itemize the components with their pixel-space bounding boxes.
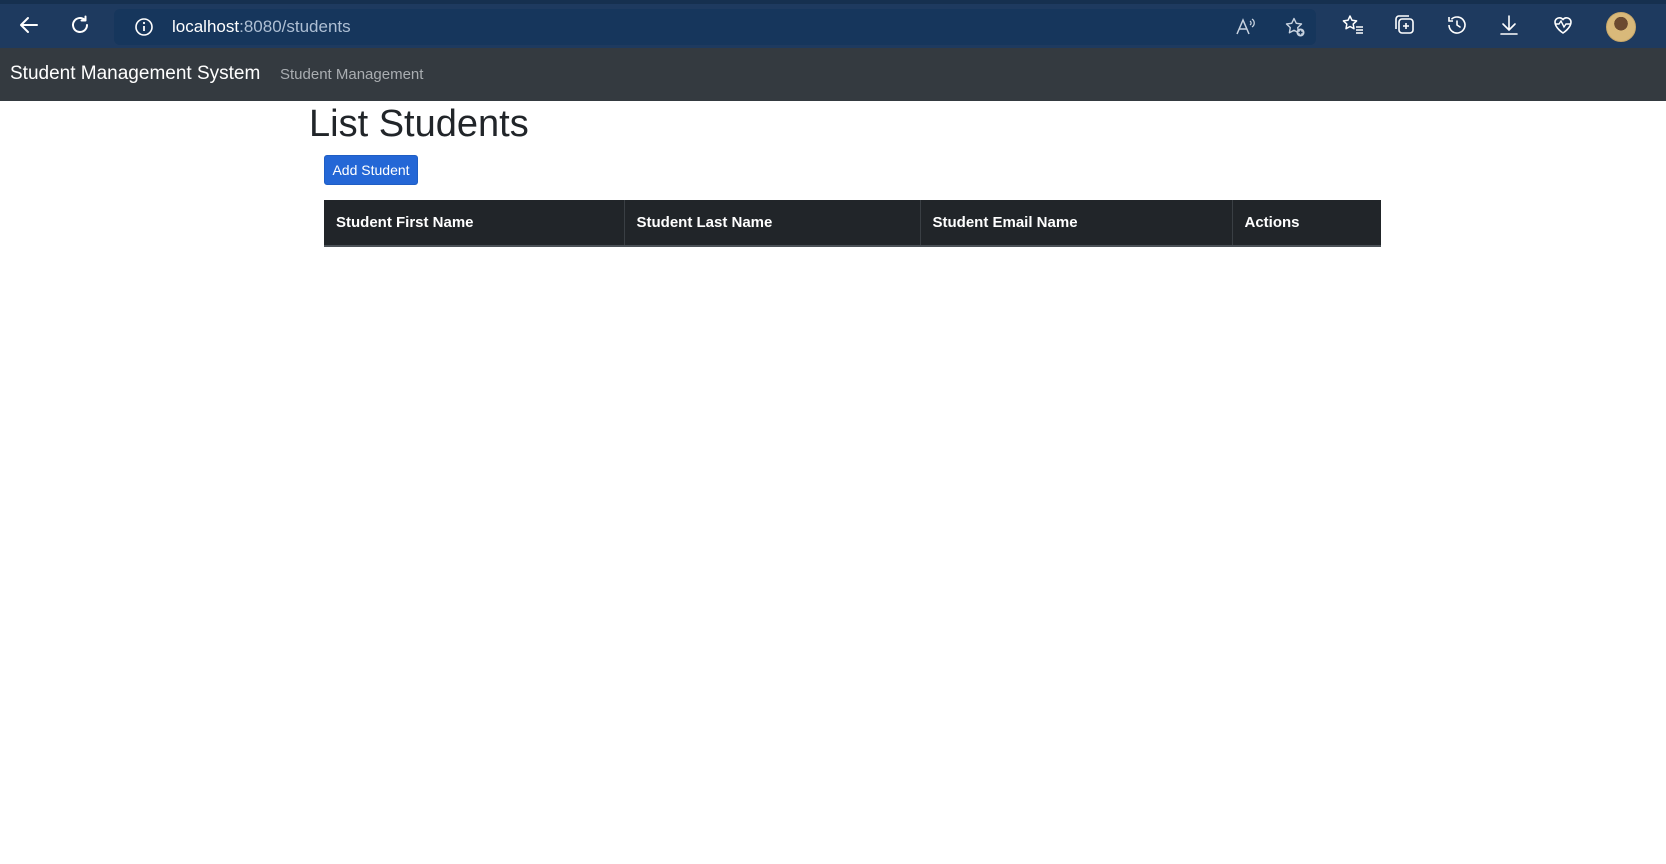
page-title: List Students	[309, 103, 529, 145]
nav-link-student-management[interactable]: Student Management	[280, 66, 423, 83]
app-navbar: Student Management System Student Manage…	[0, 48, 1666, 101]
url-text[interactable]: localhost:8080/students	[172, 17, 351, 37]
downloads-icon[interactable]	[1496, 12, 1522, 38]
students-table: Student First Name Student Last Name Stu…	[324, 200, 1381, 247]
navbar-brand[interactable]: Student Management System	[10, 63, 260, 85]
reload-icon[interactable]	[65, 10, 95, 40]
table-header-row: Student First Name Student Last Name Stu…	[324, 200, 1381, 247]
url-host: localhost	[172, 17, 240, 36]
profile-avatar[interactable]	[1606, 12, 1636, 42]
column-header-actions[interactable]: Actions	[1232, 200, 1381, 247]
info-icon[interactable]	[134, 17, 154, 37]
history-icon[interactable]	[1444, 12, 1470, 38]
column-header-first-name[interactable]: Student First Name	[324, 200, 625, 247]
favorites-icon[interactable]	[1340, 12, 1366, 38]
read-aloud-icon[interactable]	[1234, 16, 1256, 38]
collections-icon[interactable]	[1392, 12, 1418, 38]
column-header-email[interactable]: Student Email Name	[920, 200, 1233, 247]
browser-toolbar: localhost:8080/students	[0, 0, 1666, 48]
column-header-last-name[interactable]: Student Last Name	[624, 200, 921, 247]
browser-essentials-icon[interactable]	[1550, 12, 1576, 38]
add-favorite-icon[interactable]	[1284, 16, 1306, 38]
url-path: :8080/students	[239, 17, 351, 36]
table-header: Student First Name Student Last Name Stu…	[324, 200, 1381, 247]
back-arrow-icon[interactable]	[14, 10, 44, 40]
add-student-button[interactable]: Add Student	[324, 155, 418, 185]
tab-strip	[0, 0, 1666, 4]
address-bar[interactable]: localhost:8080/students	[114, 9, 1316, 45]
